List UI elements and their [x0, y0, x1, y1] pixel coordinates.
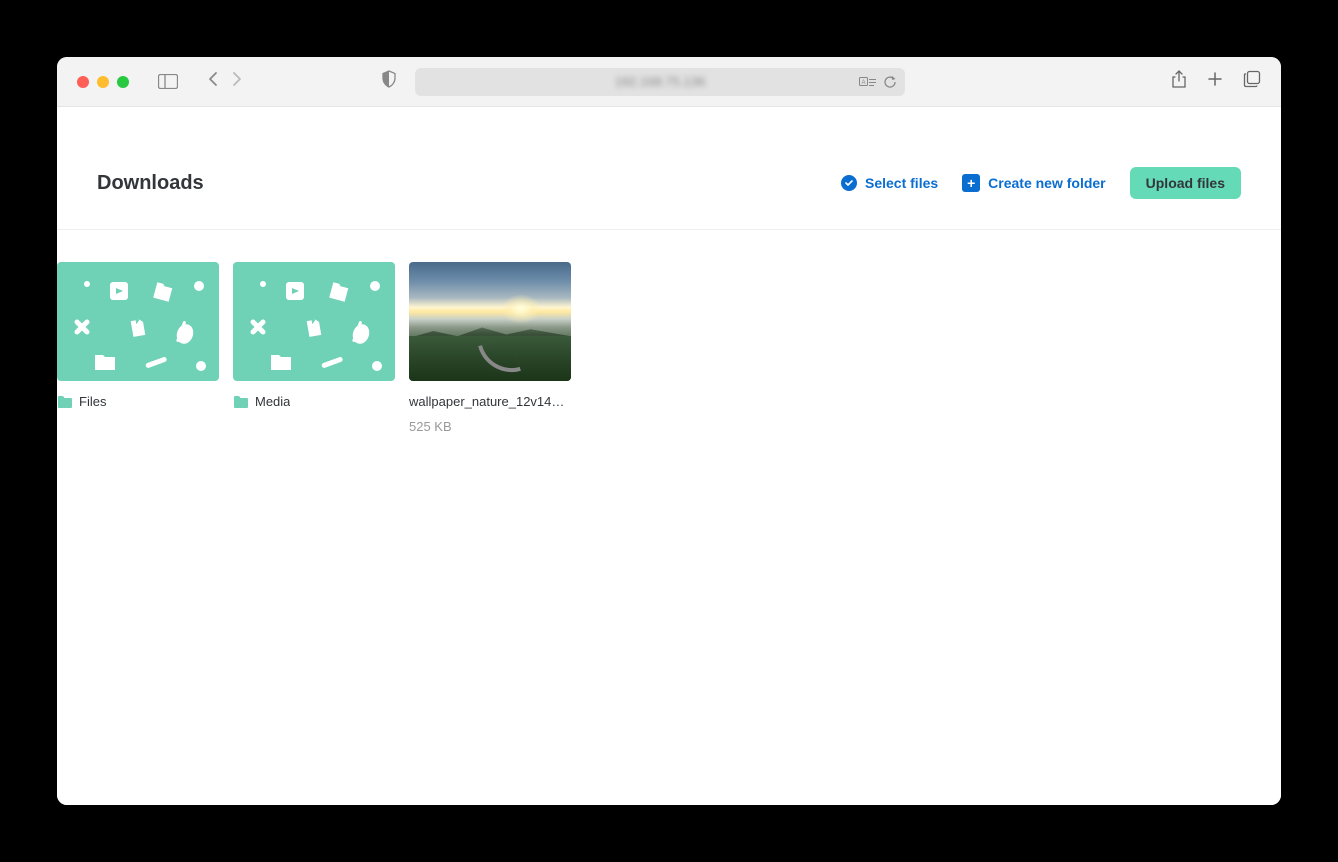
header-actions: Select files + Create new folder Upload …: [841, 167, 1241, 199]
create-folder-button[interactable]: + Create new folder: [962, 174, 1105, 192]
tabs-icon: [1243, 70, 1261, 88]
address-text: 192.168.75.136: [615, 74, 705, 89]
browser-toolbar: 192.168.75.136 A: [57, 57, 1281, 107]
folder-name: Files: [79, 394, 106, 409]
navigation-arrows: [207, 71, 243, 92]
file-meta: Media: [233, 394, 395, 409]
new-tab-button[interactable]: [1207, 71, 1223, 92]
forward-button[interactable]: [231, 71, 243, 92]
folder-item[interactable]: Files: [57, 262, 219, 434]
plus-square-icon: +: [962, 174, 980, 192]
reader-icon[interactable]: A: [859, 75, 877, 88]
image-thumbnail: [409, 262, 571, 381]
maximize-window-button[interactable]: [117, 76, 129, 88]
share-icon: [1171, 69, 1187, 89]
folder-thumbnail: [233, 262, 395, 381]
close-window-button[interactable]: [77, 76, 89, 88]
file-item[interactable]: wallpaper_nature_12v14596… 525 KB: [409, 262, 571, 434]
chevron-left-icon: [207, 71, 219, 87]
file-size: 525 KB: [409, 419, 571, 434]
folder-item[interactable]: Media: [233, 262, 395, 434]
reload-icon[interactable]: [883, 75, 897, 89]
upload-files-button[interactable]: Upload files: [1130, 167, 1241, 199]
create-folder-label: Create new folder: [988, 175, 1105, 191]
file-name: wallpaper_nature_12v14596…: [409, 394, 571, 409]
folder-name: Media: [255, 394, 290, 409]
file-grid: Files: [57, 230, 1281, 434]
content-area: Downloads Select files + Create new fold…: [57, 107, 1281, 805]
chevron-right-icon: [231, 71, 243, 87]
tabs-button[interactable]: [1243, 70, 1261, 93]
window-controls: [77, 76, 129, 88]
back-button[interactable]: [207, 71, 219, 92]
plus-icon: [1207, 71, 1223, 87]
file-meta: Files: [57, 394, 219, 409]
browser-window: 192.168.75.136 A: [57, 57, 1281, 805]
page-header: Downloads Select files + Create new fold…: [57, 107, 1281, 230]
svg-text:A: A: [861, 80, 865, 86]
sidebar-icon: [158, 74, 178, 89]
checkmark-circle-icon: [841, 175, 857, 191]
folder-thumbnail: [57, 262, 219, 381]
address-bar[interactable]: 192.168.75.136 A: [415, 68, 905, 96]
folder-icon: [233, 395, 249, 409]
select-files-label: Select files: [865, 175, 938, 191]
privacy-shield-icon[interactable]: [381, 70, 397, 93]
page-title: Downloads: [97, 172, 204, 195]
minimize-window-button[interactable]: [97, 76, 109, 88]
folder-icon: [57, 395, 73, 409]
file-meta: wallpaper_nature_12v14596…: [409, 394, 571, 409]
sidebar-toggle-button[interactable]: [157, 73, 179, 91]
select-files-button[interactable]: Select files: [841, 175, 938, 191]
share-button[interactable]: [1171, 69, 1187, 94]
